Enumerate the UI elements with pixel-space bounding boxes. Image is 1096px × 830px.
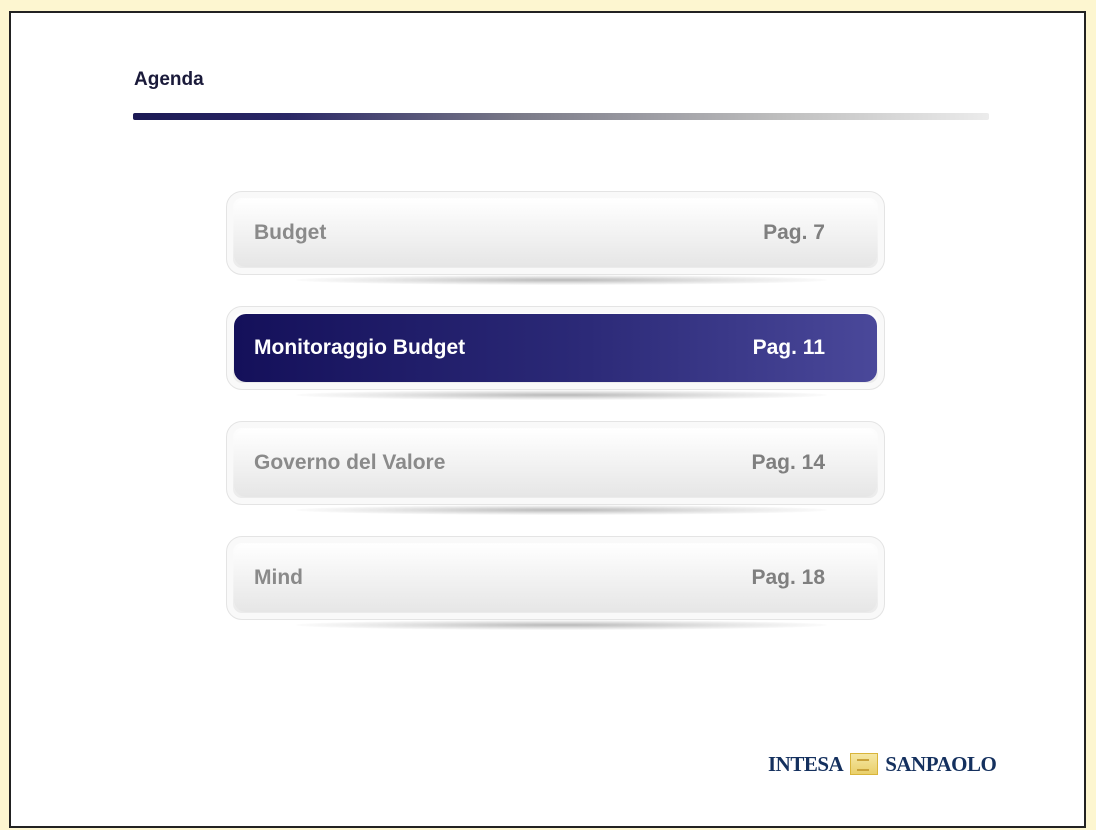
agenda-item-monitoraggio-budget[interactable]: Monitoraggio Budget Pag. 11 <box>226 306 885 390</box>
agenda-item-mind[interactable]: Mind Pag. 18 <box>226 536 885 620</box>
agenda-item-page: Pag. 14 <box>751 451 825 474</box>
logo-emblem-icon <box>850 753 879 775</box>
intesa-sanpaolo-logo: INTESA SANPAOLO <box>768 749 997 779</box>
agenda-item-wrapper: Governo del Valore Pag. 14 <box>226 421 887 515</box>
agenda-item-shadow <box>296 620 827 630</box>
agenda-item-page: Pag. 18 <box>751 566 825 589</box>
agenda-item-label: Mind <box>254 566 303 589</box>
logo-text-left: INTESA <box>768 751 844 776</box>
agenda-item-wrapper: Mind Pag. 18 <box>226 536 887 630</box>
agenda-item-label: Governo del Valore <box>254 451 446 474</box>
page-title: Agenda <box>134 69 204 90</box>
agenda-item-label: Monitoraggio Budget <box>254 336 466 359</box>
agenda-item-page: Pag. 11 <box>752 336 825 359</box>
logo-text-right: SANPAOLO <box>885 751 997 776</box>
title-underline <box>133 113 989 120</box>
agenda-item-page: Pag. 7 <box>763 221 825 244</box>
agenda-item-shadow <box>296 275 827 285</box>
agenda-item-wrapper: Budget Pag. 7 <box>226 191 887 285</box>
agenda-item-budget[interactable]: Budget Pag. 7 <box>226 191 885 275</box>
agenda-item-governo-del-valore[interactable]: Governo del Valore Pag. 14 <box>226 421 885 505</box>
agenda-list: Budget Pag. 7 Monitoraggio Budget Pag. 1… <box>226 191 887 651</box>
agenda-item-shadow <box>296 505 827 515</box>
agenda-item-wrapper: Monitoraggio Budget Pag. 11 <box>226 306 887 400</box>
agenda-item-label: Budget <box>254 221 327 244</box>
agenda-item-shadow <box>296 390 827 400</box>
slide: Agenda Budget Pag. 7 Monitoraggio Budget… <box>9 11 1086 828</box>
